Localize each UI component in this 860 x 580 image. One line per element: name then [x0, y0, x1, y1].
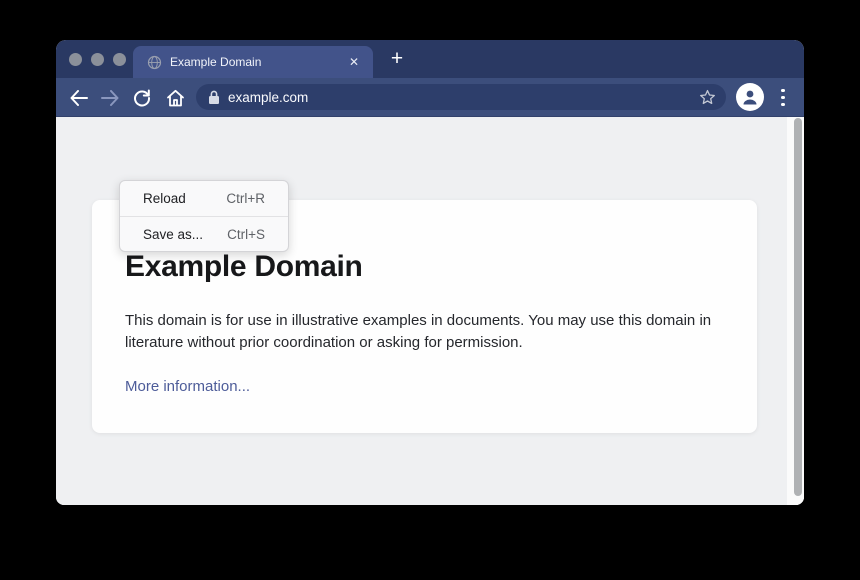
- lock-icon: [208, 90, 220, 105]
- page-body-text: This domain is for use in illustrative e…: [125, 310, 713, 354]
- kebab-dot: [781, 103, 785, 107]
- context-menu: Reload Ctrl+R Save as... Ctrl+S: [119, 180, 289, 252]
- profile-avatar-button[interactable]: [736, 83, 764, 111]
- context-menu-item-reload[interactable]: Reload Ctrl+R: [120, 181, 288, 216]
- forward-arrow-icon: [101, 90, 120, 106]
- desktop-background: Example Domain ✕ +: [0, 0, 860, 580]
- menu-item-label: Reload: [143, 191, 186, 206]
- url-text: example.com: [228, 90, 699, 105]
- more-information-link[interactable]: More information...: [125, 378, 250, 395]
- bookmark-star-icon[interactable]: [699, 89, 716, 106]
- window-minimize-button[interactable]: [91, 53, 104, 66]
- back-button[interactable]: [64, 78, 92, 117]
- reload-icon: [133, 89, 151, 107]
- person-icon: [739, 86, 761, 108]
- context-menu-item-save-as[interactable]: Save as... Ctrl+S: [120, 216, 288, 251]
- globe-favicon-icon: [147, 55, 162, 70]
- back-arrow-icon: [69, 90, 88, 106]
- menu-item-shortcut: Ctrl+S: [227, 227, 265, 242]
- tab-example-domain[interactable]: Example Domain ✕: [133, 46, 373, 78]
- forward-button[interactable]: [96, 78, 124, 117]
- reload-button[interactable]: [128, 78, 156, 117]
- kebab-dot: [781, 96, 785, 100]
- address-bar[interactable]: example.com: [196, 84, 726, 110]
- scrollbar-thumb[interactable]: [794, 118, 802, 496]
- browser-window: Example Domain ✕ +: [56, 40, 804, 505]
- home-icon: [166, 89, 185, 107]
- page-heading: Example Domain: [125, 250, 717, 284]
- menu-item-shortcut: Ctrl+R: [226, 191, 265, 206]
- window-maximize-button[interactable]: [113, 53, 126, 66]
- home-button[interactable]: [161, 78, 189, 117]
- menu-item-label: Save as...: [143, 227, 203, 242]
- tab-close-icon[interactable]: ✕: [347, 54, 361, 70]
- page-viewport: Example Domain This domain is for use in…: [56, 117, 804, 505]
- scrollbar-track[interactable]: [787, 117, 804, 505]
- new-tab-button[interactable]: +: [382, 44, 412, 74]
- tab-title: Example Domain: [170, 55, 347, 69]
- browser-menu-button[interactable]: [775, 78, 791, 117]
- browser-toolbar: example.com: [56, 78, 804, 117]
- window-controls: [69, 53, 126, 66]
- window-close-button[interactable]: [69, 53, 82, 66]
- tab-strip: Example Domain ✕ +: [56, 40, 804, 78]
- kebab-dot: [781, 89, 785, 93]
